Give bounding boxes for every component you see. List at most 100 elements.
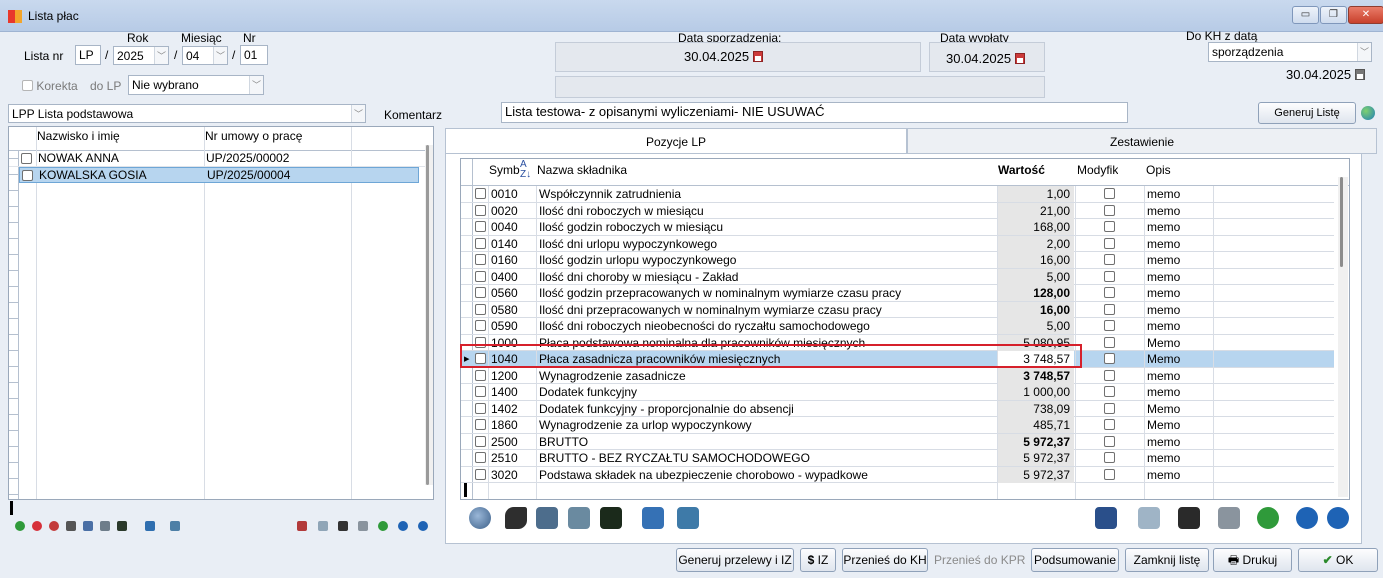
delete-icon[interactable] bbox=[49, 521, 59, 531]
component-row[interactable]: 0140 Ilość dni urlopu wypoczynkowego 2,00 m… bbox=[461, 235, 1334, 252]
chart-icon[interactable] bbox=[297, 521, 307, 531]
components-scroll-thumb[interactable] bbox=[1340, 177, 1343, 267]
components-scrollbar[interactable] bbox=[1338, 177, 1348, 497]
modified-checkbox[interactable] bbox=[1104, 386, 1115, 397]
przenies-kpr-button[interactable]: Przenieś do KPR bbox=[933, 548, 1025, 572]
row-checkbox[interactable] bbox=[475, 204, 486, 216]
col-contract-header[interactable]: Nr umowy o pracę bbox=[205, 129, 302, 144]
miesiac-select[interactable]: 04 ﹀ bbox=[182, 46, 228, 65]
row-checkbox[interactable] bbox=[475, 386, 486, 397]
component-row[interactable]: 1860 Wynagrodzenie za urlop wypoczynkowy 4… bbox=[461, 417, 1334, 434]
rok-select[interactable]: 2025 ﹀ bbox=[113, 46, 169, 65]
do-kh-select[interactable]: sporządzenia ﹀ bbox=[1208, 42, 1372, 62]
minimize-button[interactable]: ▭ bbox=[1292, 6, 1319, 24]
employee-scrollbar[interactable] bbox=[425, 145, 433, 485]
table-icon[interactable] bbox=[536, 507, 558, 529]
nr-field[interactable]: 01 bbox=[240, 45, 268, 65]
employee-row-selected[interactable]: KOWALSKA GOSIA UP/2025/00004 bbox=[19, 167, 419, 183]
col-name-header[interactable]: Nazwa składnika bbox=[537, 162, 627, 178]
modified-checkbox[interactable] bbox=[1104, 468, 1115, 480]
component-row[interactable]: 0160 Ilość godzin urlopu wypoczynkowego 16… bbox=[461, 252, 1334, 269]
modified-checkbox[interactable] bbox=[1104, 369, 1115, 381]
component-row[interactable]: 2510 BRUTTO - BEZ RYCZAŁTU SAMOCHODOWEGO 5… bbox=[461, 450, 1334, 467]
col-desc-header[interactable]: Opis bbox=[1146, 162, 1171, 178]
col-modified-header[interactable]: Modyfik bbox=[1077, 162, 1118, 178]
edit-icon[interactable] bbox=[100, 521, 110, 531]
modified-checkbox[interactable] bbox=[1104, 419, 1115, 430]
save-icon[interactable] bbox=[1178, 507, 1200, 529]
podsumowanie-button[interactable]: Podsumowanie bbox=[1031, 548, 1119, 572]
edit-icon[interactable] bbox=[568, 507, 590, 529]
remove-icon[interactable] bbox=[32, 521, 42, 531]
component-row[interactable]: 0040 Ilość godzin roboczych w miesiącu 168… bbox=[461, 219, 1334, 236]
globe-icon[interactable] bbox=[1361, 106, 1375, 120]
do-lp-select[interactable]: Nie wybrano ﹀ bbox=[128, 75, 264, 95]
modified-checkbox[interactable] bbox=[1104, 320, 1115, 331]
prev-icon[interactable] bbox=[398, 521, 408, 531]
component-row[interactable]: 1200 Wynagrodzenie zasadnicze 3 748,57 memo bbox=[461, 367, 1334, 384]
calendar-icon[interactable] bbox=[753, 51, 764, 62]
iz-button[interactable]: $ IZ bbox=[800, 548, 836, 572]
group-icon[interactable] bbox=[145, 521, 155, 531]
export-icon[interactable] bbox=[677, 507, 699, 529]
row-checkbox[interactable] bbox=[475, 188, 486, 199]
refresh-icon[interactable] bbox=[378, 521, 388, 531]
przenies-kh-button[interactable]: Przenieś do KH bbox=[842, 548, 928, 572]
calendar-icon[interactable] bbox=[1355, 69, 1366, 80]
modified-checkbox[interactable] bbox=[1104, 402, 1115, 414]
row-checkbox[interactable] bbox=[475, 369, 486, 381]
restore-button[interactable]: ❐ bbox=[1320, 6, 1347, 24]
row-checkbox[interactable] bbox=[475, 221, 486, 232]
prev-icon[interactable] bbox=[1296, 507, 1318, 529]
tab-zestawienie[interactable]: Zestawienie bbox=[907, 128, 1377, 154]
modified-checkbox[interactable] bbox=[1104, 287, 1115, 298]
modified-checkbox[interactable] bbox=[1104, 254, 1115, 265]
modified-checkbox[interactable] bbox=[1104, 303, 1115, 315]
row-checkbox[interactable] bbox=[475, 254, 486, 265]
row-checkbox[interactable] bbox=[475, 452, 486, 463]
modified-checkbox[interactable] bbox=[1104, 237, 1115, 249]
next-icon[interactable] bbox=[1327, 507, 1349, 529]
component-row[interactable]: 0400 Ilość dni choroby w miesiącu - Zakła… bbox=[461, 268, 1334, 285]
note-icon[interactable] bbox=[1138, 507, 1160, 529]
employee-row[interactable]: NOWAK ANNA UP/2025/00002 bbox=[9, 151, 433, 167]
modified-checkbox[interactable] bbox=[1104, 188, 1115, 199]
tab-pozycje-lp[interactable]: Pozycje LP bbox=[445, 128, 907, 154]
row-checkbox[interactable] bbox=[475, 303, 486, 315]
component-row[interactable]: 0010 Współczynnik zatrudnienia 1,00 memo bbox=[461, 186, 1334, 203]
row-checkbox[interactable] bbox=[475, 468, 486, 480]
modified-checkbox[interactable] bbox=[1104, 353, 1115, 364]
modified-checkbox[interactable] bbox=[1104, 204, 1115, 216]
component-row[interactable]: 2500 BRUTTO 5 972,37 memo bbox=[461, 433, 1334, 450]
next-icon[interactable] bbox=[418, 521, 428, 531]
do-kh-date-field[interactable]: 30.04.2025 bbox=[1286, 67, 1366, 82]
search-icon[interactable] bbox=[469, 507, 491, 529]
modified-checkbox[interactable] bbox=[1104, 336, 1115, 348]
col-value-header[interactable]: Wartość bbox=[998, 162, 1045, 178]
modified-checkbox[interactable] bbox=[1104, 221, 1115, 232]
chart-icon[interactable] bbox=[1095, 507, 1117, 529]
add-icon[interactable] bbox=[15, 521, 25, 531]
row-checkbox[interactable] bbox=[475, 419, 486, 430]
modified-checkbox[interactable] bbox=[1104, 435, 1115, 447]
row-checkbox[interactable] bbox=[475, 287, 486, 298]
component-row[interactable]: 1400 Dodatek funkcyjny 1 000,00 memo bbox=[461, 384, 1334, 401]
calc-icon[interactable] bbox=[83, 521, 93, 531]
calendar-icon[interactable] bbox=[1015, 53, 1026, 64]
export-icon[interactable] bbox=[170, 521, 180, 531]
modified-checkbox[interactable] bbox=[1104, 452, 1115, 463]
screen-icon[interactable] bbox=[600, 507, 622, 529]
group-icon[interactable] bbox=[642, 507, 664, 529]
modified-checkbox[interactable] bbox=[1104, 270, 1115, 282]
component-row[interactable]: 0590 Ilość dni roboczych nieobecności do … bbox=[461, 318, 1334, 335]
print-icon[interactable] bbox=[358, 521, 368, 531]
employee-scroll-thumb[interactable] bbox=[426, 145, 429, 485]
refresh-icon[interactable] bbox=[1257, 507, 1279, 529]
close-button[interactable]: ✕ bbox=[1348, 6, 1383, 24]
drukuj-button[interactable]: 🖶 Drukuj bbox=[1213, 548, 1292, 572]
save-icon[interactable] bbox=[338, 521, 348, 531]
row-checkbox[interactable] bbox=[475, 402, 486, 414]
tool-icon[interactable] bbox=[66, 521, 76, 531]
generuj-liste-button[interactable]: Generuj Listę bbox=[1258, 102, 1356, 124]
component-row[interactable]: 1402 Dodatek funkcyjny - proporcjonalnie … bbox=[461, 400, 1334, 417]
